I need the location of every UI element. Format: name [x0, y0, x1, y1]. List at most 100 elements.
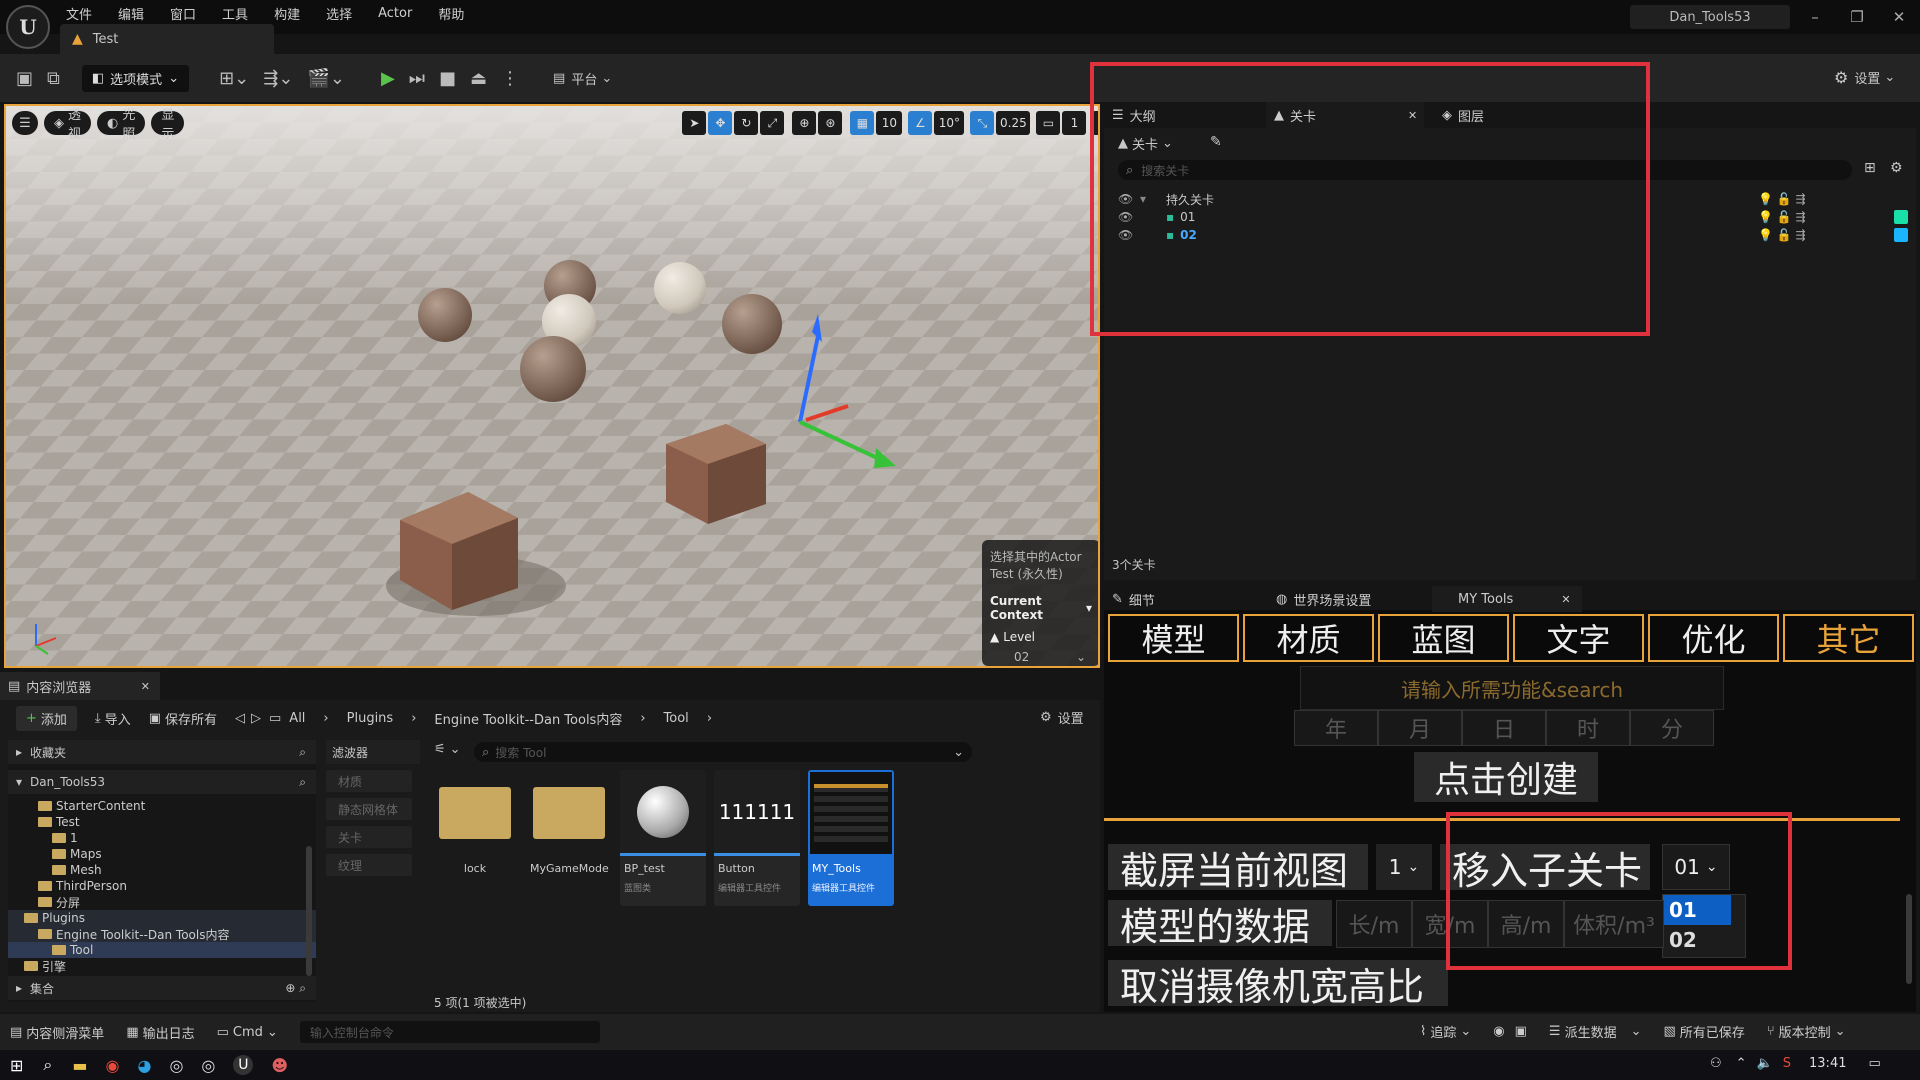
tree-folder[interactable]: StarterContent — [8, 798, 316, 814]
step-icon[interactable]: ⏭ — [409, 68, 425, 89]
angle-snap-value[interactable]: 10° — [934, 111, 965, 135]
scale-snap-icon[interactable]: ⤡ — [970, 111, 995, 135]
save-all-button[interactable]: ▣ 保存所有 — [149, 709, 217, 728]
sphere-mesh[interactable] — [654, 262, 706, 314]
filter-dropdown[interactable]: ⚟ ⌄ — [434, 742, 461, 757]
app-icon[interactable]: ◎ — [201, 1056, 215, 1075]
trace-dropdown[interactable]: ⌇ 追踪 ⌄ — [1420, 1022, 1471, 1041]
day-field[interactable]: 日 — [1462, 710, 1546, 746]
close-icon[interactable]: ✕ — [1561, 593, 1570, 606]
minute-field[interactable]: 分 — [1630, 710, 1714, 746]
windows-start-icon[interactable]: ⊞ — [10, 1056, 23, 1075]
viewport-menu-icon[interactable]: ☰ — [12, 111, 38, 135]
breadcrumb-toolkit[interactable]: Engine Toolkit--Dan Tools内容 — [434, 709, 622, 728]
blueprint-icon[interactable]: ⇶⌄ — [263, 68, 293, 89]
menu-window[interactable]: 窗口 — [170, 4, 196, 23]
sphere-mesh[interactable] — [418, 288, 472, 342]
menu-actor[interactable]: Actor — [378, 6, 412, 21]
tree-folder[interactable]: 引擎 — [8, 958, 316, 974]
tab-world-settings[interactable]: ◍ 世界场景设置 — [1268, 586, 1428, 612]
category-material-button[interactable]: 材质 — [1243, 614, 1374, 662]
tab-details[interactable]: ✎ 细节 — [1104, 586, 1244, 612]
screenshot-count-select[interactable]: 1 ⌄ — [1376, 844, 1432, 890]
breadcrumb-plugins[interactable]: Plugins — [347, 711, 394, 726]
select-tool-icon[interactable]: ➤ — [682, 111, 707, 135]
forward-icon[interactable]: ▷ — [251, 711, 261, 726]
add-button[interactable]: + 添加 — [16, 705, 77, 731]
model-data-button[interactable]: 模型的数据 — [1108, 900, 1332, 949]
length-field[interactable]: 长/m — [1336, 900, 1412, 948]
file-explorer-icon[interactable]: ▬ — [72, 1056, 87, 1075]
chevron-up-icon[interactable]: ⌃ — [1736, 1056, 1747, 1071]
asset-widget[interactable]: 111111 Button 编辑器工具控件 — [714, 770, 800, 906]
category-other-button[interactable]: 其它 — [1783, 614, 1914, 662]
content-drawer-button[interactable]: ▤ 内容侧滑菜单 — [10, 1023, 104, 1042]
asset-widget-selected[interactable]: MY_Tools 编辑器工具控件 — [808, 770, 894, 906]
browse-icon[interactable]: ⧉ — [47, 68, 60, 89]
angle-snap-icon[interactable]: ∠ — [908, 111, 933, 135]
category-optimize-button[interactable]: 优化 — [1648, 614, 1779, 662]
month-field[interactable]: 月 — [1378, 710, 1462, 746]
lock-icon[interactable]: 💡 🔓 ⇶ — [1758, 210, 1806, 224]
move-tool-icon[interactable]: ✥ — [708, 111, 733, 135]
back-icon[interactable]: ◁ — [235, 711, 245, 726]
current-context-dropdown[interactable]: Current Context ▾ — [990, 594, 1092, 622]
scale-tool-icon[interactable]: ⤢ — [760, 111, 785, 135]
asset-blueprint[interactable]: BP_test 蓝图类 — [620, 770, 706, 906]
app-icon[interactable]: ◎ — [169, 1056, 183, 1075]
rotate-tool-icon[interactable]: ↻ — [734, 111, 759, 135]
mode-dropdown[interactable]: ◧ 选项模式 ⌄ — [81, 64, 190, 92]
unreal-taskbar-icon[interactable]: U — [233, 1055, 254, 1075]
tool-search-input[interactable]: 请输入所需功能&search — [1300, 666, 1724, 710]
filter-material[interactable]: 材质 — [326, 770, 412, 792]
cinematics-icon[interactable]: 🎬⌄ — [307, 68, 345, 89]
favorites-header[interactable]: ▸ 收藏夹 ⌕ — [8, 740, 316, 764]
filter-texture[interactable]: 纹理 — [326, 854, 412, 876]
tab-my-tools[interactable]: MY Tools ✕ — [1432, 586, 1582, 612]
scale-snap-value[interactable]: 0.25 — [996, 111, 1031, 135]
breadcrumb-tool[interactable]: Tool — [664, 711, 689, 726]
gear-icon[interactable]: ⚙ — [1890, 160, 1903, 176]
menu-tools[interactable]: 工具 — [222, 4, 248, 23]
tree-folder[interactable]: Test — [8, 814, 316, 830]
camera-speed-icon[interactable]: ▭ — [1036, 111, 1061, 135]
tree-folder[interactable]: 分屏 — [8, 894, 316, 910]
level-tab[interactable]: ▲ Test — [60, 24, 274, 54]
menu-build[interactable]: 构建 — [274, 4, 300, 23]
tree-folder[interactable]: Engine Toolkit--Dan Tools内容 — [8, 926, 316, 942]
volume-icon[interactable]: 🔈 — [1757, 1056, 1773, 1071]
menu-help[interactable]: 帮助 — [438, 4, 464, 23]
lock-icon[interactable]: 💡 🔓 ⇶ — [1758, 192, 1806, 206]
derived-data-dropdown[interactable]: ☰ 派生数据 ⌄ — [1549, 1022, 1642, 1041]
unreal-logo[interactable]: U — [6, 5, 50, 49]
level-color-swatch[interactable] — [1894, 228, 1908, 242]
record-icon[interactable]: ◉ — [1493, 1024, 1504, 1039]
breadcrumb-all[interactable]: All — [289, 711, 305, 726]
asset-search-input[interactable]: ⌕ 搜索 Tool ⌄ — [474, 742, 972, 762]
sphere-mesh[interactable] — [520, 336, 586, 402]
category-model-button[interactable]: 模型 — [1108, 614, 1239, 662]
platform-dropdown[interactable]: ▤ 平台 ⌄ — [553, 69, 612, 88]
hour-field[interactable]: 时 — [1546, 710, 1630, 746]
world-icon[interactable]: ⊕ — [792, 111, 817, 135]
tray-app-icon[interactable]: S — [1783, 1056, 1791, 1071]
menu-edit[interactable]: 编辑 — [118, 4, 144, 23]
level-select[interactable]: 02 ⌄ — [990, 650, 1092, 664]
tree-folder[interactable]: 1 — [8, 830, 316, 846]
console-input[interactable]: 输入控制台命令 — [299, 1021, 600, 1043]
camera-speed-value[interactable]: 1 — [1062, 111, 1087, 135]
save-status[interactable]: ▧ 所有已保存 — [1664, 1022, 1745, 1041]
grid-snap-value[interactable]: 10 — [876, 111, 903, 135]
save-icon[interactable]: ▣ — [16, 68, 33, 89]
clock-time[interactable]: 13:41 — [1809, 1056, 1846, 1071]
output-log-button[interactable]: ▦ 输出日志 — [126, 1023, 194, 1042]
eject-icon[interactable]: ⏏ — [470, 68, 487, 89]
filter-level[interactable]: 关卡 — [326, 826, 412, 848]
settings-button[interactable]: ⚙ 设置 ⌄ — [1834, 68, 1895, 87]
search-icon[interactable]: ⌕ — [43, 1055, 52, 1075]
asset-folder[interactable]: lock — [432, 770, 518, 906]
menu-file[interactable]: 文件 — [66, 4, 92, 23]
menu-select[interactable]: 选择 — [326, 4, 352, 23]
search-icon[interactable]: ⌕ — [299, 775, 306, 790]
close-icon[interactable]: ✕ — [141, 680, 150, 693]
